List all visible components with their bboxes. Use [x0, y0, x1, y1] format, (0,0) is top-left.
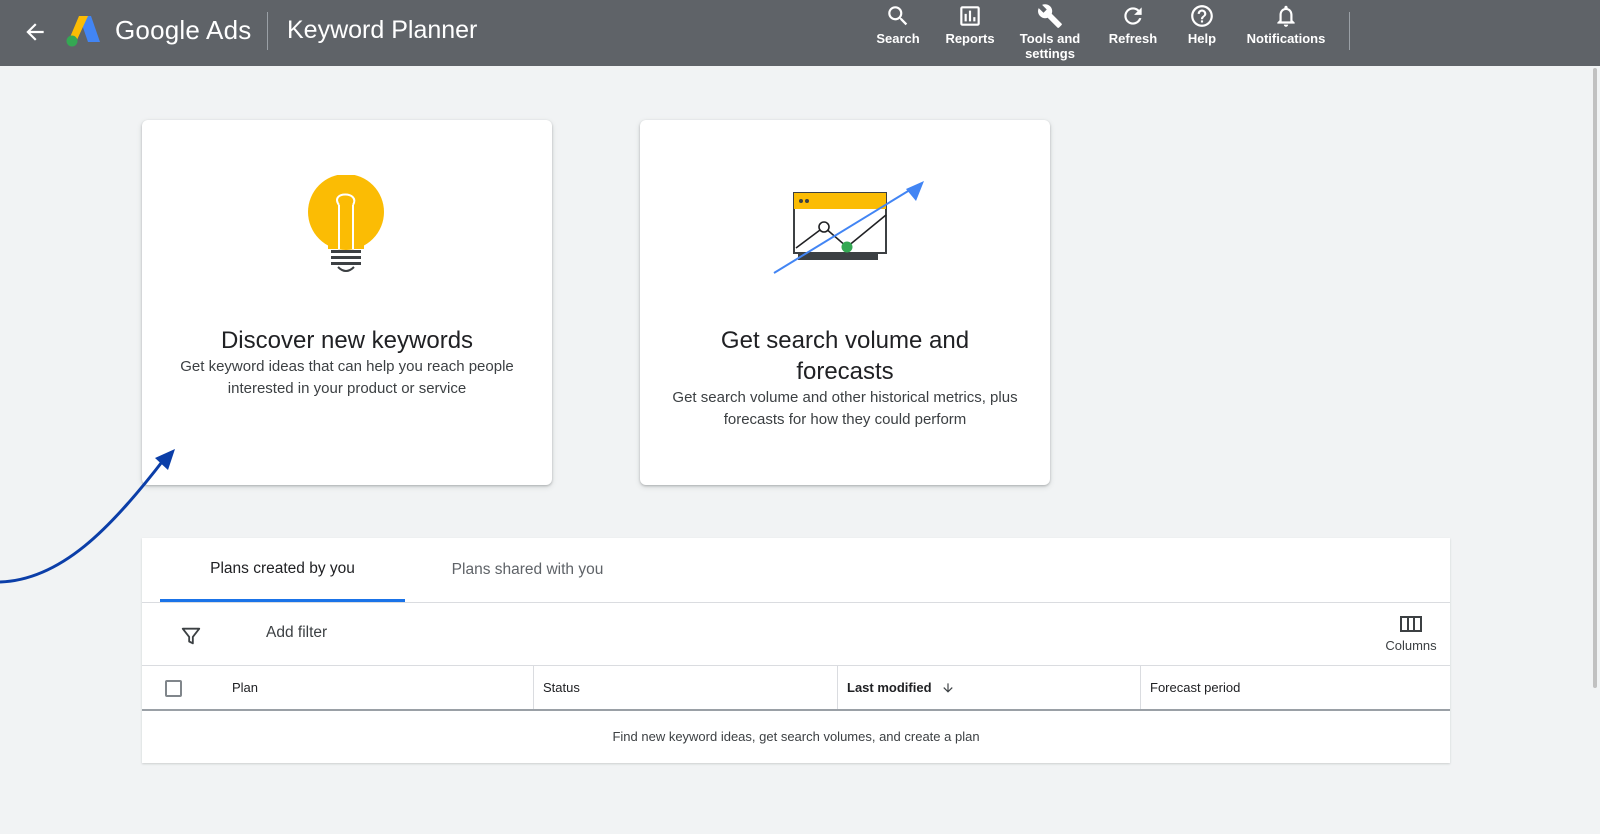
tools-settings-button[interactable]: Tools and settings [1012, 3, 1088, 61]
columns-button[interactable]: Columns [1380, 615, 1442, 653]
refresh-label: Refresh [1108, 31, 1158, 46]
discover-keywords-card[interactable]: Discover new keywords Get keyword ideas … [142, 120, 552, 485]
reports-label: Reports [945, 31, 995, 46]
google-ads-logo [66, 16, 100, 47]
card-title: Discover new keywords [220, 327, 474, 354]
tools-settings-label: Tools and settings [1019, 31, 1081, 61]
help-icon [1191, 5, 1213, 27]
column-header-forecast-period[interactable]: Forecast period [1150, 666, 1240, 709]
column-header-label: Last modified [847, 680, 932, 695]
help-label: Help [1187, 31, 1217, 46]
page-title: Keyword Planner [287, 16, 478, 44]
column-header-status[interactable]: Status [543, 666, 580, 709]
plans-tabs: Plans created by you Plans shared with y… [142, 538, 1450, 603]
lightbulb-icon [308, 175, 384, 272]
column-divider [1140, 666, 1141, 709]
brand-divider [267, 12, 268, 50]
search-label: Search [876, 31, 920, 46]
refresh-icon [1124, 7, 1142, 25]
column-header-last-modified[interactable]: Last modified [847, 666, 955, 709]
page-scrollbar[interactable] [1590, 66, 1600, 834]
column-divider [837, 666, 838, 709]
refresh-button[interactable]: Refresh [1102, 3, 1164, 46]
notifications-button[interactable]: Notifications [1240, 3, 1332, 46]
search-volume-card[interactable]: Get search volume and forecasts Get sear… [640, 120, 1050, 485]
search-icon [888, 6, 908, 26]
search-button[interactable]: Search [868, 3, 928, 46]
filter-icon[interactable] [180, 625, 202, 647]
sort-arrow-down-icon [943, 682, 953, 693]
bell-icon [1277, 5, 1295, 27]
plans-panel: Plans created by you Plans shared with y… [142, 538, 1450, 763]
column-divider [533, 666, 534, 709]
empty-state-message: Find new keyword ideas, get search volum… [612, 729, 980, 744]
toolbar-divider [1349, 12, 1350, 50]
add-filter-button[interactable]: Add filter [266, 624, 327, 642]
column-header-plan[interactable]: Plan [232, 666, 258, 709]
help-button[interactable]: Help [1176, 3, 1228, 46]
trend-chart-icon [773, 181, 924, 274]
notifications-label: Notifications [1246, 31, 1326, 46]
filter-bar: Add filter Columns [142, 603, 1450, 666]
top-app-bar: Google Ads Keyword Planner Search Report… [0, 0, 1600, 66]
card-title: Get search volume and forecasts [720, 327, 970, 385]
reports-button[interactable]: Reports [937, 3, 1003, 46]
reports-icon [960, 6, 980, 26]
tab-plans-created[interactable]: Plans created by you [160, 538, 405, 602]
tab-plans-shared[interactable]: Plans shared with you [405, 538, 650, 602]
scrollbar-thumb[interactable] [1593, 68, 1597, 688]
brand-name: Google Ads [115, 15, 252, 45]
card-description: Get keyword ideas that can help you reac… [180, 358, 514, 397]
table-header-row: Plan Status Last modified Forecast perio… [142, 666, 1450, 711]
select-all-checkbox[interactable] [165, 680, 182, 697]
card-description: Get search volume and other historical m… [672, 389, 1018, 428]
columns-label: Columns [1385, 638, 1437, 653]
columns-icon [1400, 616, 1422, 632]
wrench-icon [1038, 4, 1062, 28]
back-arrow-icon[interactable] [22, 19, 48, 45]
